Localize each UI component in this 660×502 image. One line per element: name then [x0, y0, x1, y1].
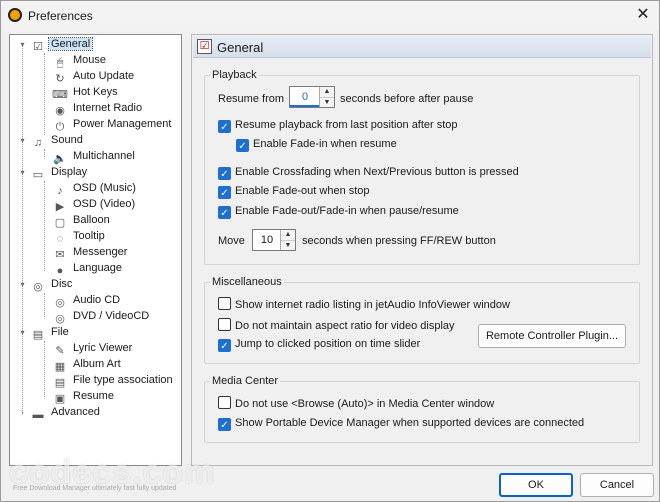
- remote-controller-plugin-button[interactable]: Remote Controller Plugin...: [478, 324, 626, 348]
- checkbox-checked-icon[interactable]: ✓: [218, 186, 231, 199]
- move-seconds-stepper[interactable]: 10 ▲ ▼: [252, 229, 296, 251]
- media-center-group: [204, 381, 640, 443]
- ok-button[interactable]: OK: [499, 473, 573, 497]
- general-icon: ☑: [197, 39, 212, 54]
- resume-suffix-label: seconds before after pause: [340, 93, 474, 105]
- resume-seconds-value[interactable]: 0: [290, 87, 320, 107]
- sound-icon: ♫: [33, 137, 43, 149]
- browse-auto-checkbox[interactable]: Do not use <Browse (Auto)> in Media Cent…: [218, 396, 494, 412]
- file-icon: ▤: [32, 329, 44, 341]
- resume-seconds-arrows[interactable]: ▲ ▼: [319, 87, 334, 107]
- aspect-ratio-checkbox[interactable]: Do not maintain aspect ratio for video d…: [218, 318, 455, 334]
- settings-panel: ☑ General Playback Resume from 0 ▲ ▼ seco…: [191, 34, 653, 466]
- move-seconds-arrows[interactable]: ▲ ▼: [280, 230, 295, 250]
- tree-item-mouse[interactable]: 🖱 Mouse: [52, 52, 108, 69]
- fade-out-stop-checkbox[interactable]: ✓ Enable Fade-out when stop: [218, 183, 370, 199]
- checkbox-checked-icon[interactable]: ✓: [218, 418, 231, 431]
- move-label: Move: [218, 235, 245, 247]
- tree-item-lyric-viewer[interactable]: ✎ Lyric Viewer: [52, 340, 134, 357]
- resume-playback-checkbox[interactable]: ✓ Resume playback from last position afte…: [218, 117, 458, 133]
- tree-item-tooltip[interactable]: ◌ Tooltip: [52, 228, 107, 245]
- tree-item-disc[interactable]: ◎ Disc: [30, 276, 74, 293]
- tree-item-general[interactable]: ☑ General: [30, 36, 94, 53]
- preferences-window: Preferences ✕ ▾ ☑ General 🖱 Mouse ↻ Auto Up…: [0, 0, 660, 502]
- tree-item-osd-music[interactable]: ♪ OSD (Music): [52, 180, 138, 197]
- file-collapse-icon[interactable]: ▾: [18, 328, 27, 337]
- category-tree[interactable]: ▾ ☑ General 🖱 Mouse ↻ Auto Update ⌨ Hot Keys…: [9, 34, 182, 466]
- fade-in-resume-checkbox[interactable]: ✓ Enable Fade-in when resume: [236, 136, 397, 152]
- tree-item-sound[interactable]: ♫ Sound: [30, 132, 85, 149]
- general-collapse-icon[interactable]: ▾: [18, 40, 27, 49]
- tree-item-power-management[interactable]: ⏻ Power Management: [52, 116, 173, 133]
- tree-item-internet-radio[interactable]: ◉ Internet Radio: [52, 100, 144, 117]
- general-icon: ☑: [33, 41, 43, 53]
- spin-down-icon[interactable]: ▼: [320, 97, 334, 107]
- checkbox-unchecked-icon[interactable]: [218, 297, 231, 310]
- tree-item-audio-cd[interactable]: ◎ Audio CD: [52, 292, 122, 309]
- resume-seconds-stepper[interactable]: 0 ▲ ▼: [289, 86, 335, 108]
- display-icon: ▭: [32, 169, 44, 181]
- radio-listing-checkbox[interactable]: Show internet radio listing in jetAudio …: [218, 297, 510, 313]
- checkbox-checked-icon[interactable]: ✓: [218, 339, 231, 352]
- cancel-button[interactable]: Cancel: [580, 473, 654, 497]
- checkbox-checked-icon[interactable]: ✓: [236, 139, 249, 152]
- tree-item-hot-keys[interactable]: ⌨ Hot Keys: [52, 84, 120, 101]
- tree-item-balloon[interactable]: ▢ Balloon: [52, 212, 112, 229]
- checkbox-unchecked-icon[interactable]: [218, 396, 231, 409]
- tree-item-messenger[interactable]: ✉ Messenger: [52, 244, 129, 261]
- checkbox-checked-icon[interactable]: ✓: [218, 167, 231, 180]
- jump-position-checkbox[interactable]: ✓ Jump to clicked position on time slider: [218, 336, 420, 352]
- tree-item-album-art[interactable]: ▦ Album Art: [52, 356, 123, 373]
- move-suffix-label: seconds when pressing FF/REW button: [302, 235, 496, 247]
- spin-up-icon[interactable]: ▲: [320, 87, 334, 97]
- tree-item-advanced[interactable]: ▬ Advanced: [30, 404, 102, 421]
- miscellaneous-group-title: Miscellaneous: [210, 276, 284, 288]
- jetaudio-app-icon: [8, 8, 22, 22]
- advanced-expand-icon[interactable]: ›: [18, 408, 27, 417]
- fade-pause-checkbox[interactable]: ✓ Enable Fade-out/Fade-in when pause/resu…: [218, 203, 459, 219]
- sound-collapse-icon[interactable]: ▾: [18, 136, 27, 145]
- tree-item-osd-video[interactable]: ▶ OSD (Video): [52, 196, 137, 213]
- disc-collapse-icon[interactable]: ▾: [18, 280, 27, 289]
- spin-down-icon[interactable]: ▼: [281, 240, 295, 250]
- close-button[interactable]: ✕: [631, 5, 655, 25]
- tree-item-display[interactable]: ▭ Display: [30, 164, 89, 181]
- display-collapse-icon[interactable]: ▾: [18, 168, 27, 177]
- tree-item-file-type-association[interactable]: ▤ File type association: [52, 372, 175, 389]
- move-seconds-value[interactable]: 10: [253, 230, 281, 250]
- checkbox-unchecked-icon[interactable]: [218, 318, 231, 331]
- panel-header: ☑ General: [193, 36, 651, 58]
- disc-icon: ◎: [33, 281, 43, 293]
- tree-item-multichannel[interactable]: 🔈 Multichannel: [52, 148, 137, 165]
- checkbox-checked-icon[interactable]: ✓: [218, 120, 231, 133]
- media-center-group-title: Media Center: [210, 375, 281, 387]
- title-bar: Preferences ✕: [1, 1, 659, 31]
- crossfading-checkbox[interactable]: ✓ Enable Crossfading when Next/Previous b…: [218, 164, 519, 180]
- playback-group-title: Playback: [210, 69, 259, 81]
- tree-item-file[interactable]: ▤ File: [30, 324, 71, 341]
- window-title: Preferences: [28, 9, 93, 23]
- tree-item-dvd-videocd[interactable]: ◎ DVD / VideoCD: [52, 308, 151, 325]
- checkbox-checked-icon[interactable]: ✓: [218, 206, 231, 219]
- tree-item-resume[interactable]: ▣ Resume: [52, 388, 116, 405]
- panel-title: General: [217, 40, 264, 55]
- spin-up-icon[interactable]: ▲: [281, 230, 295, 240]
- advanced-icon: ▬: [32, 409, 44, 421]
- tree-item-auto-update[interactable]: ↻ Auto Update: [52, 68, 136, 85]
- tree-item-language[interactable]: ● Language: [52, 260, 124, 277]
- watermark-subtext: Free Download Manager ultimately fast fu…: [13, 485, 177, 492]
- portable-manager-checkbox[interactable]: ✓ Show Portable Device Manager when suppo…: [218, 415, 584, 431]
- close-icon: ✕: [636, 6, 650, 23]
- resume-from-label: Resume from: [218, 93, 285, 105]
